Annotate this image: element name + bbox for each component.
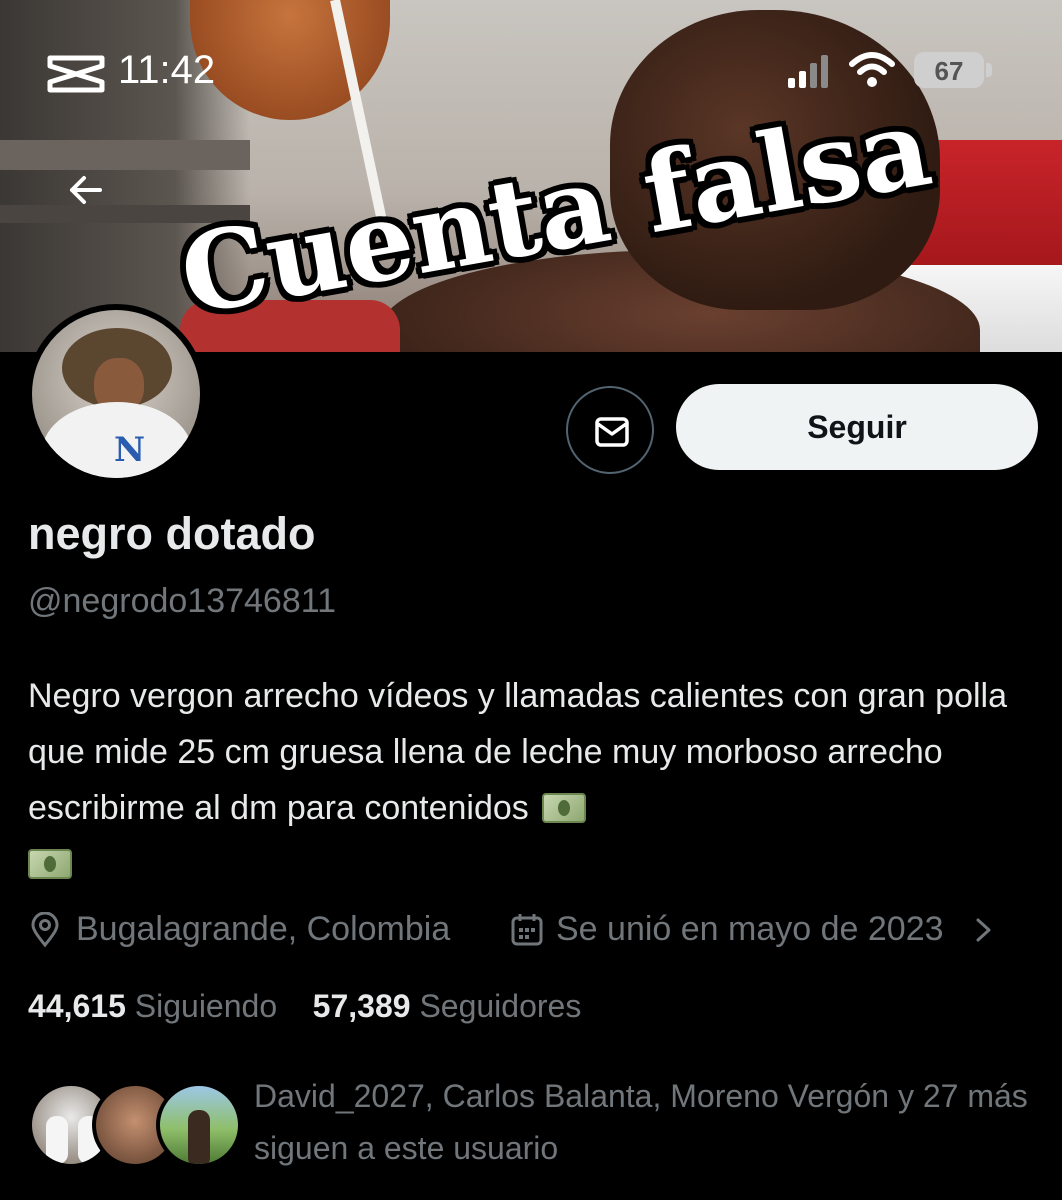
follow-stats: 44,615 Siguiendo 57,389 Seguidores [28, 988, 581, 1025]
signal-icon [788, 55, 828, 88]
display-name: negro dotado [28, 508, 316, 559]
followers-link[interactable]: 57,389 Seguidores [313, 988, 582, 1024]
follower-avatar [156, 1082, 242, 1168]
capcut-icon [47, 55, 105, 93]
user-handle: @negrodo13746811 [28, 582, 337, 620]
follow-button[interactable]: Seguir [676, 384, 1038, 470]
battery-icon: 67 [914, 52, 992, 88]
chevron-right-icon[interactable] [972, 912, 996, 948]
battery-tip [986, 63, 992, 77]
battery-level: 67 [934, 56, 964, 86]
followers-count: 57,389 [312, 988, 411, 1024]
following-label: Siguiendo [134, 988, 278, 1024]
calendar-icon [511, 914, 543, 946]
avatar-hoodie-logo: N [114, 430, 146, 470]
avatar[interactable]: N [26, 304, 206, 484]
wifi-icon [849, 52, 895, 87]
following-count: 44,615 [28, 988, 126, 1024]
profile-meta: Bugalagrande, Colombia Se unió en mayo d… [28, 910, 1038, 954]
bio-text: Negro vergon arrecho vídeos y llamadas c… [28, 677, 1007, 827]
location-pin-icon [31, 912, 59, 948]
money-with-wings-emoji [28, 849, 72, 879]
message-button[interactable] [566, 386, 654, 474]
status-bar: 11:42 67 [0, 40, 1062, 100]
arrow-left-icon[interactable] [54, 158, 118, 222]
envelope-icon [595, 417, 629, 447]
profile-bio: Negro vergon arrecho vídeos y llamadas c… [28, 668, 1038, 892]
status-time: 11:42 [118, 48, 216, 92]
known-followers[interactable]: David_2027, Carlos Balanta, Moreno Vergó… [28, 1070, 1038, 1180]
joined-date[interactable]: Se unió en mayo de 2023 [556, 910, 944, 949]
location-text: Bugalagrande, Colombia [76, 910, 451, 948]
money-with-wings-emoji [542, 793, 587, 823]
following-link[interactable]: 44,615 Siguiendo [28, 988, 277, 1024]
known-followers-text: David_2027, Carlos Balanta, Moreno Vergó… [254, 1078, 1028, 1166]
followers-label: Seguidores [419, 988, 582, 1024]
